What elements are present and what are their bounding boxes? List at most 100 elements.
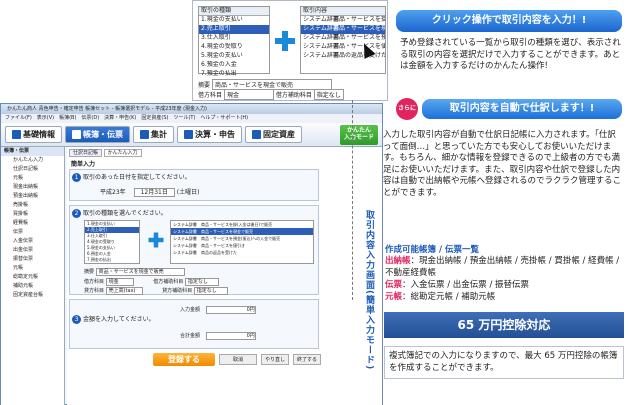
tab-0[interactable]: 基礎情報 [5,126,62,143]
transaction-type-list[interactable]: 取引の種類 1.現金の支払い 2.売上取引 3.仕入取引 4.現金の受取り 5.現金の支… [198,6,270,77]
transaction-type-item[interactable]: 6.預金の入金 [199,61,269,70]
tab-label: 決算・申告 [195,130,235,139]
mini-content-row[interactable]: システム辞書 商品・サービスを現金で販売 [171,228,313,235]
badge-more: さらに [396,98,418,120]
mini-debit-field[interactable]: 現金 [105,278,134,286]
tab-journal[interactable]: 仕訳日記帳 [69,149,103,157]
mini-content-source: システム辞書 [173,229,197,234]
sidebar-item[interactable]: 伝票 [7,228,64,237]
banner-click-input: クリック操作で取引内容を入力！! [396,10,622,32]
mini-content-source: システム辞書 [173,236,197,241]
mini-content-description: 商品・サービスを現金で販売 [201,229,253,234]
tab-easy-input[interactable]: かんたん入力 [103,149,142,157]
transaction-type-header: 取引の種類 [199,7,269,16]
transaction-type-item[interactable]: 5.現金の支払い [199,52,269,61]
content-description: 商品の返品を受けた [333,52,385,59]
tab-label: 集計 [151,130,167,139]
tab-icon [184,130,193,139]
transaction-content-row[interactable]: システム辞書商品・サービスを預金(振込)への入金で販売 [301,34,385,43]
tab-4[interactable]: 固定資産 [245,126,302,143]
content-description: 商品・サービスを預金(振込)への入金で販売 [333,34,385,41]
step3-panel: 3 金額を入力してください。 入力金額 0円 合計金額 0円 [69,299,319,349]
amount-field[interactable]: 0円 [205,306,256,314]
tab-1[interactable]: 帳簿・伝票 [65,126,130,143]
exit-button[interactable]: 終了する [293,354,321,365]
tab-icon [12,130,21,139]
sidebar-item[interactable]: 預金出納帳 [7,192,64,201]
sidebar-item[interactable]: 補助元帳 [7,282,64,291]
sidebar-item[interactable]: 買掛帳 [7,210,64,219]
main-area: 仕訳日記帳 かんたん入力 簡単入力 1 取引のあった日付を指定してください。 平成… [67,147,382,405]
transaction-type-item[interactable]: 2.売上取引 [199,25,269,34]
transaction-type-item[interactable]: 7.預金の払出 [199,70,269,79]
tab-3[interactable]: 決算・申告 [177,126,242,143]
mini-summary-field[interactable]: 商品・サービスを現金で販売 [95,268,185,276]
mini-debit-label: 借方科目 [84,279,105,285]
mini-content-description: 商品・サービスを預金(振込)への入金で販売 [201,236,281,241]
step3-text: 金額を入力してください。 [83,316,155,323]
sidebar-item[interactable]: 入金伝票 [7,237,64,246]
redo-button[interactable]: やり直し [261,354,289,365]
content-source: システム辞書 [303,52,339,59]
sidebar-item[interactable]: 振替伝票 [7,255,64,264]
mini-content-source: システム辞書 [173,243,197,248]
clear-button[interactable]: 取消 [219,354,257,365]
ledger-label: 元帳 [385,292,403,302]
sidebar-item[interactable]: 売掛帳 [7,201,64,210]
transaction-type-item[interactable]: 1.現金の支払い [199,16,269,25]
step1-panel: 1 取引のあった日付を指定してください。 平成23年 12月31日 (土曜日) [69,169,319,201]
mini-content-description: 商品・サービスを掛(入金は後日)で販売 [201,222,273,227]
debit-sub-label: 借方補助科目 [275,92,312,99]
mini-content-row[interactable]: システム辞書 商品・サービスを掛(入金は後日)で販売 [171,221,313,228]
mini-credit-sub-field[interactable]: 指定なし [193,287,228,295]
mini-content-row[interactable]: システム辞書 商品・サービスを預金(振込)への入金で販売 [171,235,313,242]
sidebar-item[interactable]: 仕訳日記帳 [7,165,64,174]
transaction-type-item[interactable]: 4.現金の受取り [199,43,269,52]
mini-summary-label: 摘要 [84,269,95,275]
mini-credit-field[interactable]: 売上高(tax) [105,287,143,295]
mini-plus-icon [148,232,164,248]
mini-content-row[interactable]: システム辞書 商品の返品を受けた [171,249,313,256]
mini-content-description: 商品の返品を受けた [201,250,237,255]
sidebar-item[interactable]: 経費帳 [7,219,64,228]
content-source: システム辞書 [303,43,339,50]
sidebar-item[interactable]: 元帳 [7,264,64,273]
mini-debit-sub-label: 借方補助科目 [153,279,184,285]
transaction-content-row[interactable]: システム辞書商品・サービスを現金で販売 [301,25,385,34]
transaction-content-list[interactable]: 取引内容 システム辞書商品・サービスを掛(入金は後日)で販売システム辞書商品・サ… [300,6,386,74]
menu-bar[interactable]: ファイル(F) 表示(V) 帳簿(B) 伝票(D) 決算・申告(K) 固定資産(… [1,114,382,123]
mini-content-list[interactable]: システム辞書 商品・サービスを掛(入金は後日)で販売 システム辞書 商品・サービスを現… [170,220,314,264]
para-auto-journal: 入力した取引内容が自動で仕訳日記帳に入力されます。「仕訳って面倒…」と思っていた… [383,130,622,198]
mini-credit-label: 貸方科目 [84,288,105,294]
amount-label: 入力金額 [180,307,201,313]
easy-input-mode-button[interactable]: かんたん 入力モード [339,124,378,145]
date-field[interactable]: 12月31日 [133,188,175,197]
banner-deduction: 65 万円控除対応 [384,312,624,338]
vertical-caption: 取引内容入力画面(簡単入力モード) [364,210,374,371]
sidebar-item[interactable]: 現金出納帳 [7,183,64,192]
tab-2[interactable]: 集計 [133,126,174,143]
transaction-type-item[interactable]: 3.仕入取引 [199,34,269,43]
content-description: 商品・サービスを掛(入金は後日)で販売 [333,16,385,23]
debit-field[interactable]: 現金 [223,89,274,100]
connector-line [352,100,353,300]
sidebar-header: 帳簿・伝票 [1,147,64,156]
transaction-content-row[interactable]: システム辞書商品・サービスを掛(入金は後日)で販売 [301,16,385,25]
sidebar-item[interactable]: 総勘定元帳 [7,273,64,282]
main-title: 簡単入力 [71,161,96,168]
mini-credit-sub-label: 貸方補助科目 [162,288,193,294]
sidebar-item[interactable]: かんたん入力 [7,156,64,165]
sidebar-item[interactable]: 元帳 [7,174,64,183]
sidebar-item[interactable]: 固定資産台帳 [7,291,64,300]
mini-type-item[interactable]: 7.預金の払出 [85,257,139,263]
sidebar-item[interactable]: 出金伝票 [7,246,64,255]
mini-content-row[interactable]: システム辞書 商品・サービスを値引き [171,242,313,249]
debit-sub-field[interactable]: 指定なし [313,89,344,100]
year-field[interactable]: 平成23年 [100,189,126,196]
mini-debit-sub-field[interactable]: 指定なし [184,278,219,286]
mini-type-list[interactable]: 1.現金の支払い 2.売上取引 3.仕入取引 4.現金の受取り 5.現金の支払い 6.預金… [84,220,140,264]
register-button[interactable]: 登録する [153,353,215,366]
sidebar: 帳簿・伝票 かんたん入力 仕訳日記帳 元帳 現金出納帳 預金出納帳 売掛帳 買掛帳 経費帳 伝票… [1,147,65,405]
tab-label: 基礎情報 [23,130,55,139]
tab-label: 固定資産 [263,130,295,139]
